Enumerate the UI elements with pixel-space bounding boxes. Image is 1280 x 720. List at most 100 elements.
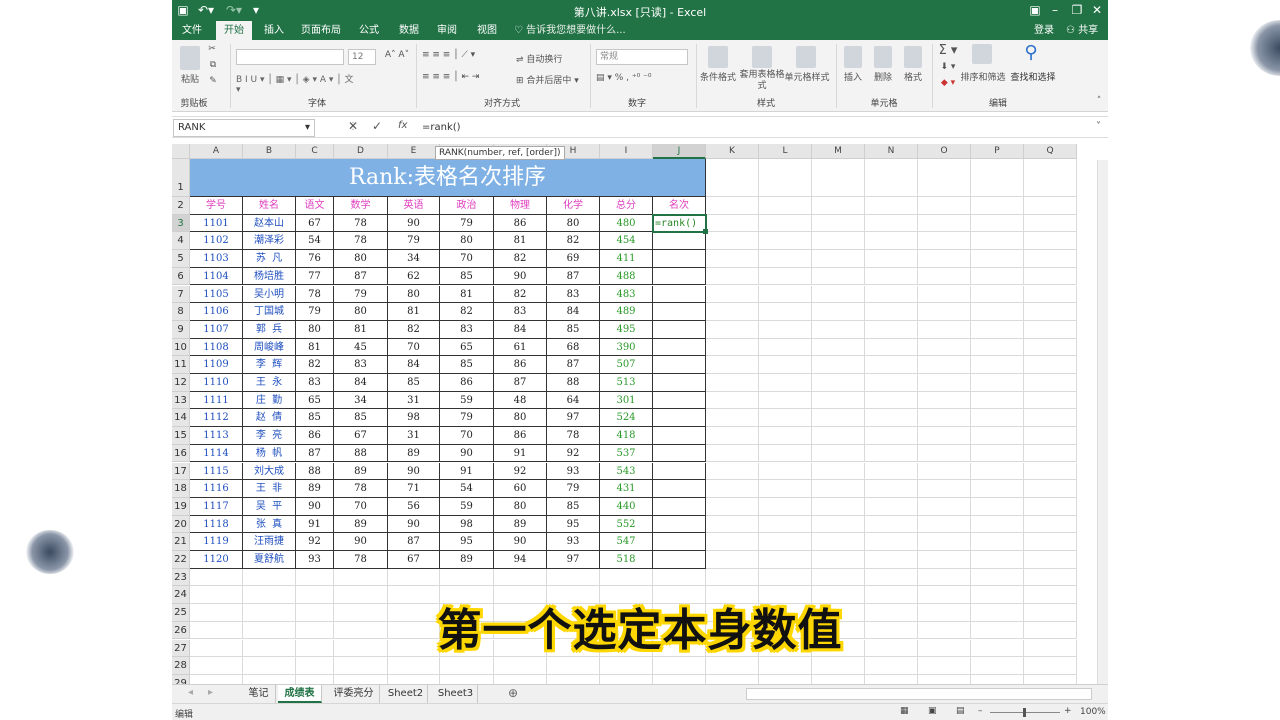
- cell[interactable]: [706, 515, 759, 534]
- cell[interactable]: [918, 480, 971, 498]
- table-cell[interactable]: 庄 勤: [243, 391, 296, 410]
- cell[interactable]: [1024, 320, 1077, 339]
- table-cell[interactable]: 杨 帆: [243, 444, 296, 463]
- table-cell[interactable]: 86: [494, 214, 547, 233]
- table-cell[interactable]: 84: [334, 374, 388, 392]
- row-header-14[interactable]: 14: [172, 409, 190, 428]
- cell[interactable]: [971, 356, 1024, 374]
- cell[interactable]: [759, 551, 812, 569]
- cell[interactable]: [759, 250, 812, 268]
- cell[interactable]: [600, 568, 653, 587]
- table-cell[interactable]: 82: [547, 232, 600, 251]
- format-as-table-icon[interactable]: [752, 46, 772, 68]
- table-cell[interactable]: 87: [547, 356, 600, 374]
- table-cell[interactable]: 78: [334, 551, 388, 569]
- table-cell[interactable]: 82: [388, 320, 440, 339]
- cell[interactable]: [918, 568, 971, 587]
- insert-cells-button[interactable]: 插入: [840, 70, 866, 83]
- cell[interactable]: [865, 515, 918, 534]
- tab-data[interactable]: 数据: [392, 21, 426, 40]
- zoom-level[interactable]: 100%: [1080, 707, 1106, 717]
- table-cell[interactable]: 79: [440, 409, 494, 428]
- table-cell[interactable]: 90: [296, 497, 334, 516]
- cell[interactable]: [759, 285, 812, 304]
- table-cell[interactable]: 89: [334, 462, 388, 481]
- cell[interactable]: [971, 497, 1024, 516]
- cell[interactable]: [759, 391, 812, 410]
- table-cell[interactable]: 78: [334, 214, 388, 233]
- number-format-icons[interactable]: ▤ ▾ % , ⁺⁰ ⁻⁰: [596, 73, 686, 83]
- cell[interactable]: [812, 657, 865, 675]
- header-cell[interactable]: 语文: [296, 197, 334, 215]
- table-cell[interactable]: 78: [296, 285, 334, 304]
- tab-page-layout[interactable]: 页面布局: [296, 21, 346, 40]
- cell[interactable]: [812, 214, 865, 233]
- cell[interactable]: [865, 533, 918, 551]
- cell[interactable]: [334, 568, 388, 587]
- format-painter-icon[interactable]: ✎: [206, 76, 220, 86]
- table-cell[interactable]: 543: [600, 462, 653, 481]
- column-header-e[interactable]: E: [388, 144, 440, 159]
- table-cell[interactable]: 79: [547, 480, 600, 498]
- table-cell[interactable]: 81: [296, 338, 334, 357]
- sort-filter-icon[interactable]: [972, 44, 992, 64]
- cell[interactable]: [706, 214, 759, 233]
- cell[interactable]: [812, 462, 865, 481]
- table-cell[interactable]: 70: [334, 497, 388, 516]
- table-cell[interactable]: 86: [494, 427, 547, 445]
- column-header-a[interactable]: A: [190, 144, 243, 159]
- cell[interactable]: [653, 285, 706, 304]
- cell[interactable]: [865, 356, 918, 374]
- table-cell[interactable]: 91: [296, 515, 334, 534]
- row-header-9[interactable]: 9: [172, 320, 190, 339]
- cell[interactable]: [918, 409, 971, 428]
- table-cell[interactable]: 518: [600, 551, 653, 569]
- cell[interactable]: [653, 657, 706, 675]
- table-cell[interactable]: 440: [600, 497, 653, 516]
- cell[interactable]: [706, 197, 759, 215]
- table-cell[interactable]: 杨培胜: [243, 267, 296, 286]
- table-cell[interactable]: 90: [388, 214, 440, 233]
- table-cell[interactable]: 79: [334, 285, 388, 304]
- copy-icon[interactable]: ⧉: [206, 60, 220, 70]
- cell[interactable]: [918, 374, 971, 392]
- cell[interactable]: [1024, 657, 1077, 675]
- restore-icon[interactable]: ❐: [1070, 2, 1084, 19]
- cell[interactable]: [190, 657, 243, 675]
- cell[interactable]: [759, 515, 812, 534]
- cell[interactable]: [971, 515, 1024, 534]
- cell[interactable]: [971, 338, 1024, 357]
- sheet-tab[interactable]: 成绩表: [278, 685, 322, 703]
- cell[interactable]: [812, 374, 865, 392]
- cell[interactable]: [759, 232, 812, 251]
- table-cell[interactable]: 390: [600, 338, 653, 357]
- row-header-15[interactable]: 15: [172, 427, 190, 445]
- table-cell[interactable]: 59: [440, 391, 494, 410]
- table-cell[interactable]: 90: [334, 533, 388, 551]
- cell[interactable]: [971, 427, 1024, 445]
- table-cell[interactable]: 张 真: [243, 515, 296, 534]
- cell[interactable]: [971, 480, 1024, 498]
- table-cell[interactable]: 87: [547, 267, 600, 286]
- cell[interactable]: [971, 374, 1024, 392]
- table-cell[interactable]: 80: [494, 409, 547, 428]
- merge-center-button[interactable]: ⊞ 合并后居中 ▾: [516, 73, 586, 86]
- cell[interactable]: [759, 480, 812, 498]
- cell[interactable]: [1024, 515, 1077, 534]
- table-cell[interactable]: 87: [494, 374, 547, 392]
- table-cell[interactable]: 93: [296, 551, 334, 569]
- format-as-table-button[interactable]: 套用表格格式: [738, 70, 786, 92]
- cell[interactable]: [706, 409, 759, 428]
- cell[interactable]: [971, 462, 1024, 481]
- formula-input[interactable]: =rank(): [422, 117, 461, 139]
- cell[interactable]: [1024, 444, 1077, 463]
- vertical-align-icons[interactable]: ≡ ≡ ≡ │ ⟋ ▾: [422, 50, 502, 60]
- table-cell[interactable]: 64: [547, 391, 600, 410]
- cell[interactable]: [1024, 303, 1077, 321]
- cell-styles-icon[interactable]: [796, 46, 816, 68]
- cell[interactable]: [653, 444, 706, 463]
- cell[interactable]: [706, 232, 759, 251]
- table-cell[interactable]: 87: [388, 533, 440, 551]
- table-cell[interactable]: 97: [547, 409, 600, 428]
- column-header-n[interactable]: N: [865, 144, 918, 159]
